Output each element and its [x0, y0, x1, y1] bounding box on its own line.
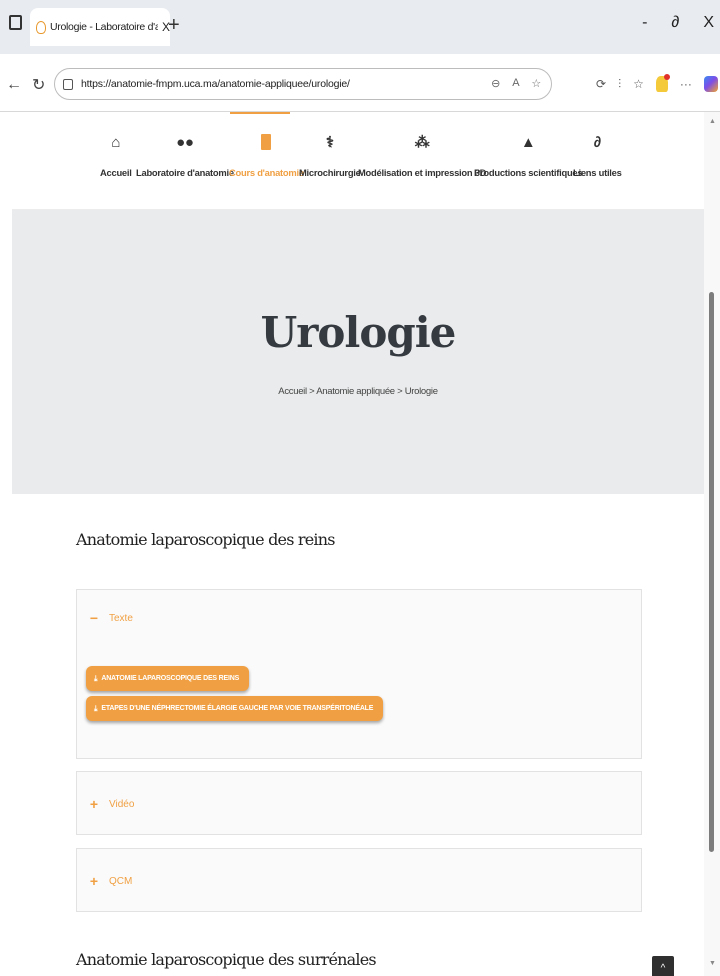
active-indicator: [230, 112, 290, 114]
accordion-header-qcm[interactable]: + QCM: [89, 873, 132, 889]
back-arrow-icon[interactable]: ←: [6, 76, 22, 94]
nav-label: Laboratoire d'anatomie: [136, 167, 234, 178]
link-icon: ∂: [593, 133, 601, 151]
minimize-button[interactable]: -: [642, 14, 647, 32]
nav-item-liens[interactable]: ∂ Liens utiles: [573, 132, 622, 179]
page-hero: Urologie Accueil > Anatomie appliquée > …: [12, 210, 704, 494]
doctor-icon: ⚕: [325, 134, 334, 151]
download-label: ANATOMIE LAPAROSCOPIQUE DES REINS: [101, 675, 240, 682]
address-tools: ⊖ A ☆: [491, 77, 541, 90]
favicon-icon: [36, 20, 46, 34]
accordion-qcm: + QCM: [76, 848, 642, 912]
accordion-header-video[interactable]: + Vidéo: [89, 796, 135, 812]
restore-button[interactable]: ∂: [671, 14, 679, 32]
section-title: Anatomie laparoscopique des reins: [76, 530, 335, 549]
accordion-label: Vidéo: [109, 798, 135, 810]
page-scrollbar[interactable]: ▲ ▼: [704, 112, 720, 976]
nav-label: Microchirurgie: [299, 167, 361, 178]
home-icon: ⌂: [111, 133, 121, 151]
nav-label: Cours d'anatomie: [229, 167, 304, 178]
zoom-icon[interactable]: ⊖: [491, 77, 500, 90]
nav-item-laboratoire[interactable]: ●● Laboratoire d'anatomie: [136, 132, 234, 179]
browser-tab[interactable]: Urologie - Laboratoire d'anatomie X: [30, 8, 170, 46]
accordion-header-texte[interactable]: − Texte: [89, 610, 133, 626]
accordion-label: QCM: [109, 875, 133, 887]
nav-item-productions[interactable]: ▲ Productions scientifiques: [474, 132, 583, 179]
users-icon: ●●: [176, 133, 194, 151]
section-title: Anatomie laparoscopique des surrénales: [76, 950, 377, 969]
nav-item-microchirurgie[interactable]: ⚕ Microchirurgie: [299, 132, 361, 178]
page-title: Urologie: [260, 308, 457, 357]
split-screen-icon[interactable]: ⫶: [618, 77, 621, 92]
nav-label: Productions scientifiques: [474, 167, 583, 178]
url-text: https://anatomie-fmpm.uca.ma/anatomie-ap…: [81, 78, 350, 90]
window-controls: - ∂ X: [642, 14, 714, 32]
close-window-button[interactable]: X: [703, 14, 714, 32]
download-button-reins[interactable]: ⤓ ANATOMIE LAPAROSCOPIQUE DES REINS: [86, 666, 250, 691]
favorite-star-icon[interactable]: ☆: [531, 77, 541, 90]
more-menu-icon[interactable]: ···: [680, 77, 692, 91]
download-label: ETAPES D'UNE NÉPHRECTOMIE ÉLARGIE GAUCHE…: [101, 705, 374, 712]
expand-icon: +: [89, 796, 99, 812]
tab-bar: Urologie - Laboratoire d'anatomie X + - …: [0, 0, 720, 54]
address-toolbar: ← ↻ https://anatomie-fmpm.uca.ma/anatomi…: [0, 54, 720, 112]
nav-item-accueil[interactable]: ⌂ Accueil: [100, 132, 132, 179]
favorites-icon[interactable]: ☆: [633, 77, 644, 91]
read-aloud-icon[interactable]: A: [512, 77, 519, 90]
copilot-icon[interactable]: [703, 76, 718, 92]
lock-icon[interactable]: [63, 78, 73, 90]
accordion-label: Texte: [109, 612, 133, 624]
extensions-icon[interactable]: ⟳: [596, 77, 606, 91]
site-navigation: ⌂ Accueil ●● Laboratoire d'anatomie Cour…: [12, 112, 704, 210]
toolbar-right: ⟳ ⫶ ☆ ···: [596, 74, 718, 92]
profile-extension-icon[interactable]: [655, 74, 670, 92]
scrollbar-thumb[interactable]: [709, 292, 714, 852]
new-tab-button[interactable]: +: [168, 14, 180, 37]
accordion-texte: − Texte ⤓ ANATOMIE LAPAROSCOPIQUE DES RE…: [76, 589, 642, 759]
scroll-down-arrow-icon[interactable]: ▼: [709, 960, 716, 967]
nav-item-modelisation[interactable]: ⁂ Modélisation et impression 3D: [358, 132, 486, 178]
nav-label: Modélisation et impression 3D: [358, 167, 487, 178]
scroll-up-arrow-icon[interactable]: ▲: [709, 118, 716, 125]
download-icon: ⤓: [94, 703, 98, 713]
graduation-cap-icon: ▲: [520, 133, 536, 151]
download-button-nephrectomie[interactable]: ⤓ ETAPES D'UNE NÉPHRECTOMIE ÉLARGIE GAUC…: [86, 696, 384, 721]
nav-label: Accueil: [100, 167, 132, 178]
accordion-video: + Vidéo: [76, 771, 642, 835]
browser-chrome: Urologie - Laboratoire d'anatomie X + - …: [0, 0, 720, 112]
window-icon[interactable]: [9, 15, 22, 30]
expand-icon: +: [89, 873, 99, 889]
cubes-icon: ⁂: [414, 134, 430, 151]
nav-label: Liens utiles: [573, 167, 622, 178]
breadcrumb[interactable]: Accueil > Anatomie appliquée > Urologie: [12, 386, 704, 397]
reload-icon[interactable]: ↻: [32, 75, 45, 95]
collapse-icon: −: [89, 610, 99, 626]
page-viewport: ⌂ Accueil ●● Laboratoire d'anatomie Cour…: [12, 112, 704, 976]
tab-title: Urologie - Laboratoire d'anatomie: [50, 21, 158, 33]
address-bar[interactable]: https://anatomie-fmpm.uca.ma/anatomie-ap…: [54, 68, 552, 100]
nav-item-cours[interactable]: Cours d'anatomie: [229, 132, 304, 178]
download-icon: ⤓: [94, 673, 98, 683]
book-icon: [256, 132, 276, 152]
scroll-to-top-button[interactable]: ^: [652, 956, 674, 976]
